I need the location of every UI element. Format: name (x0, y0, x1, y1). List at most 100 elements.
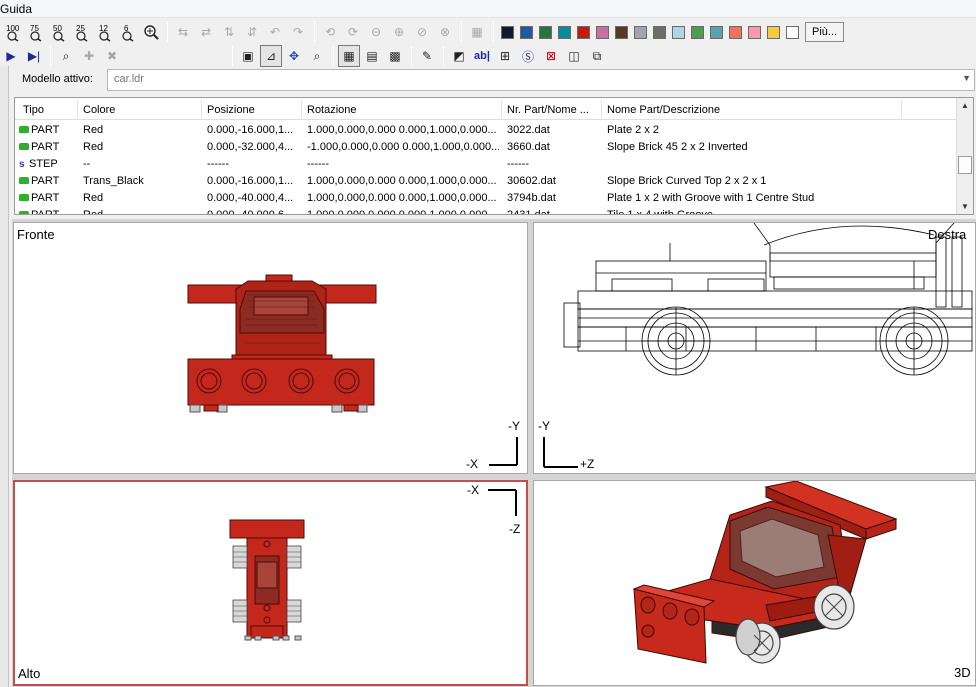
render-icon[interactable]: ◫ (563, 45, 585, 67)
orbit-left-icon[interactable]: ⟲ (319, 21, 341, 43)
col-colore[interactable]: Colore (83, 104, 115, 116)
col-tipo[interactable]: Tipo (23, 104, 44, 116)
rotate-x-pos-icon[interactable]: ⇄ (195, 21, 217, 43)
cell-desc: Slope Brick Curved Top 2 x 2 x 1 (607, 175, 903, 187)
export-icon[interactable]: ⧉ (586, 45, 608, 67)
chevron-down-icon[interactable]: ▼ (962, 73, 971, 83)
table-scrollbar[interactable]: ▲ ▼ (956, 98, 973, 214)
cell-part: 3022.dat (507, 124, 599, 136)
cell-color-text: Trans_Black (83, 175, 144, 187)
cell-desc-text: Plate 1 x 2 with Groove with 1 Centre St… (607, 192, 815, 204)
orbit-right-icon[interactable]: ⟳ (342, 21, 364, 43)
zoom-100-icon[interactable]: 100 (2, 21, 24, 43)
remove-part-icon[interactable]: ✖ (101, 45, 123, 67)
table-row[interactable]: PART Red 0.000,-16.000,1... 1.000,0.000,0.0… (15, 122, 957, 139)
step-end-icon[interactable]: ▶| (23, 45, 45, 67)
mirror-icon[interactable]: ⊗ (434, 21, 456, 43)
rotate-y-neg-icon[interactable]: ⇅ (218, 21, 240, 43)
cell-rot-text: 1.000,0.000,0.000 0.000,1.000,0.000... (307, 192, 497, 204)
view-front[interactable]: Fronte -Y -X (13, 222, 528, 474)
table-row[interactable]: PART Red 0.000,-32.000,4... -1.000,0.000,0.… (15, 139, 957, 156)
color-swatch-12[interactable] (729, 25, 742, 39)
view-grid-icon[interactable]: ▤ (361, 45, 383, 67)
table-row[interactable]: PART Trans_Black 0.000,-16.000,1... 1.000,0… (15, 173, 957, 190)
menu-guida[interactable]: Guida (0, 2, 32, 16)
scroll-down-icon[interactable]: ▼ (961, 202, 969, 211)
cell-type-text: STEP (29, 158, 58, 170)
cell-color: Red (83, 124, 199, 136)
cell-part-text: 2431.dat (507, 209, 550, 215)
rotate-z-pos-icon[interactable]: ↷ (287, 21, 309, 43)
color-swatch-0[interactable] (501, 25, 514, 39)
col-nr-part[interactable]: Nr. Part/Nome ... (507, 104, 589, 116)
add-part-icon[interactable]: ✚ (78, 45, 100, 67)
zoom-12-icon[interactable]: 12 (94, 21, 116, 43)
view-zoom-icon[interactable]: ⌕ (306, 45, 328, 67)
find-part-icon[interactable]: ⌕ (55, 45, 77, 67)
table-row[interactable]: s STEP -- ------ ------ ------ (15, 156, 957, 173)
color-swatch-7[interactable] (634, 25, 647, 39)
color-swatch-5[interactable] (596, 25, 609, 39)
scroll-up-icon[interactable]: ▲ (961, 101, 969, 110)
right-axis-h: +Z (580, 457, 595, 471)
table-header: Tipo Colore Posizione Rotazione Nr. Part… (15, 98, 957, 120)
label-icon[interactable]: ab| (471, 45, 493, 67)
cell-part-text: 30602.dat (507, 175, 556, 187)
color-swatch-6[interactable] (615, 25, 628, 39)
color-swatch-9[interactable] (672, 25, 685, 39)
snap-icon[interactable]: ⊞ (494, 45, 516, 67)
col-posizione[interactable]: Posizione (207, 104, 255, 116)
hide-icon[interactable]: ◩ (448, 45, 470, 67)
view-right[interactable]: Destra -Y +Z (533, 222, 976, 474)
table-row[interactable]: PART Red 0.000,-40.000,6... 1.000,0.000,0.0… (15, 207, 957, 215)
part-type-icon (19, 126, 29, 133)
color-swatch-8[interactable] (653, 25, 666, 39)
zoom-6-icon[interactable]: 6 (117, 21, 139, 43)
cell-rot: 1.000,0.000,0.000 0.000,1.000,0.000... (307, 192, 499, 204)
color-swatch-4[interactable] (577, 25, 590, 39)
cell-color: Red (83, 141, 199, 153)
delete-icon[interactable]: ⊠ (540, 45, 562, 67)
rotate-z-neg-icon[interactable]: ↶ (264, 21, 286, 43)
more-colors-button[interactable]: Più... (805, 22, 845, 42)
scroll-thumb[interactable] (958, 156, 972, 174)
play-icon[interactable]: ▶ (0, 45, 22, 67)
color-swatch-15[interactable] (786, 25, 799, 39)
color-swatch-14[interactable] (767, 25, 780, 39)
left-dock-strip (0, 66, 9, 687)
orbit-down-icon[interactable]: ⊕ (388, 21, 410, 43)
color-swatch-10[interactable] (691, 25, 704, 39)
zoom-25-icon[interactable]: 25 (71, 21, 93, 43)
reset-view-icon[interactable]: ⊘ (411, 21, 433, 43)
table-row[interactable]: PART Red 0.000,-40.000,4... 1.000,0.000,0.0… (15, 190, 957, 207)
view-top[interactable]: Alto -X -Z (13, 480, 528, 686)
edit-icon[interactable]: ✎ (416, 45, 438, 67)
cell-pos: 0.000,-16.000,1... (207, 124, 299, 136)
view-axes-icon[interactable]: ✥ (283, 45, 305, 67)
cell-color-text: Red (83, 192, 104, 204)
cell-rot-text: ------ (307, 158, 329, 170)
color-swatch-1[interactable] (520, 25, 533, 39)
rotate-y-pos-icon[interactable]: ⇵ (241, 21, 263, 43)
cell-part: 30602.dat (507, 175, 599, 187)
model-select[interactable]: car.ldr ▼ (107, 69, 975, 91)
step-icon[interactable]: Ⓢ (517, 45, 539, 67)
color-swatch-3[interactable] (558, 25, 571, 39)
color-swatch-11[interactable] (710, 25, 723, 39)
color-swatch-13[interactable] (748, 25, 761, 39)
col-rotazione[interactable]: Rotazione (307, 104, 357, 116)
cell-desc: Tile 1 x 4 with Groove (607, 209, 903, 214)
zoom-75-icon[interactable]: 75 (25, 21, 47, 43)
color-swatch-2[interactable] (539, 25, 552, 39)
view-3d[interactable]: 3D (533, 480, 976, 686)
view-grid-dense-icon[interactable]: ▩ (384, 45, 406, 67)
view-wireframe-icon[interactable]: ▣ (237, 45, 259, 67)
zoom-fit-icon[interactable] (140, 21, 162, 43)
view-grid-small-icon[interactable]: ▦ (338, 45, 360, 67)
col-descrizione[interactable]: Nome Part/Descrizione (607, 104, 720, 116)
view-edges-icon[interactable]: ⊿ (260, 45, 282, 67)
orbit-up-icon[interactable]: ⊖ (365, 21, 387, 43)
calculator-icon[interactable]: ▦ (466, 21, 488, 43)
rotate-x-neg-icon[interactable]: ⇆ (172, 21, 194, 43)
zoom-50-icon[interactable]: 50 (48, 21, 70, 43)
